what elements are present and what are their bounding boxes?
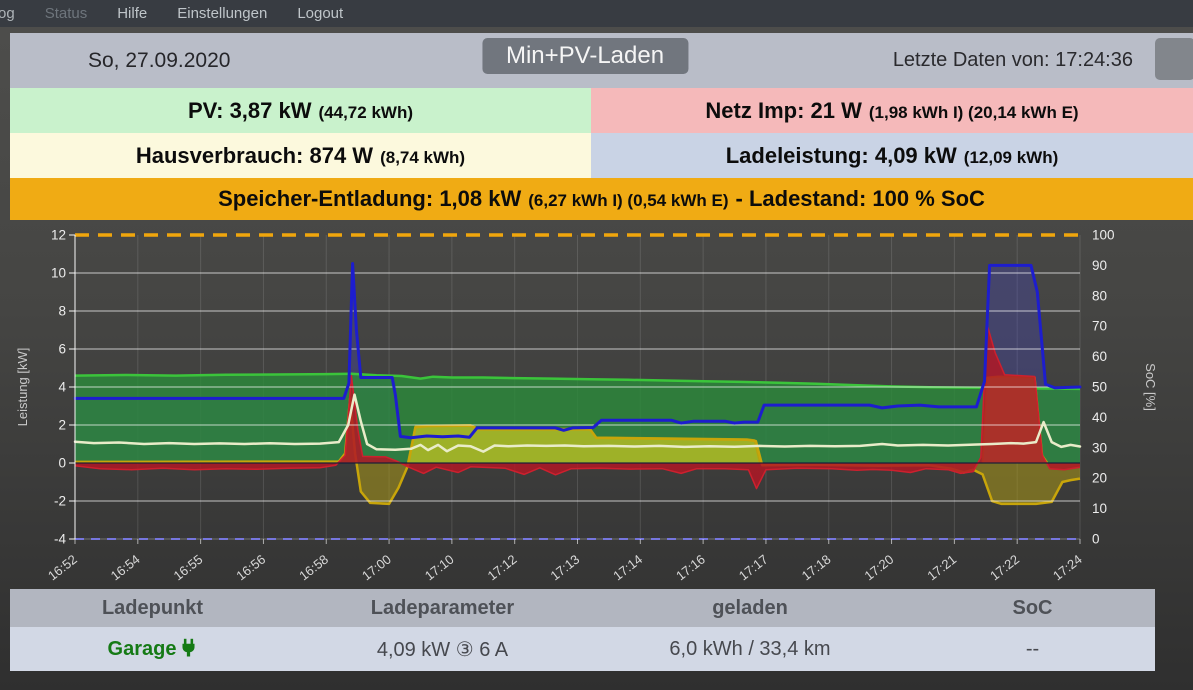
svg-text:100: 100 [1092,228,1115,243]
svg-text:80: 80 [1092,288,1107,303]
col-geladen: geladen [590,589,910,627]
table-header-row: Ladepunkt Ladeparameter geladen SoC [10,589,1155,627]
power-soc-chart: -4 -2 0 2 4 6 8 10 12 0 10 20 30 40 50 60 70 80 90 100 16:52… [15,228,1158,584]
charge-params: 4,09 kW ③ 6 A [295,627,590,671]
last-data-timestamp: Letzte Daten von: 17:24:36 [892,49,1133,71]
svg-text:SoC [%]: SoC [%] [1143,363,1158,411]
pv-value: PV: 3,87 kW [188,98,312,123]
svg-text:-2: -2 [54,494,66,509]
svg-text:2: 2 [58,418,66,433]
svg-text:30: 30 [1092,440,1107,455]
main-content: So, 27.09.2020 Min+PV-Laden Letzte Daten… [10,33,1193,671]
svg-text:17:16: 17:16 [673,552,708,584]
svg-text:4: 4 [58,380,66,395]
svg-text:12: 12 [51,228,66,243]
svg-text:40: 40 [1092,410,1107,425]
col-soc: SoC [910,589,1155,627]
col-ladeparameter: Ladeparameter [295,589,590,627]
charge-value: Ladeleistung: 4,09 kW [725,143,957,168]
svg-text:50: 50 [1092,380,1107,395]
summary-row-1: PV: 3,87 kW (44,72 kWh) Netz Imp: 21 W (… [10,88,1193,133]
charge-energy: (12,09 kWh) [963,148,1059,167]
svg-text:17:21: 17:21 [924,552,959,584]
top-navbar: og Status Hilfe Einstellungen Logout [0,0,1193,27]
svg-text:10: 10 [1092,501,1107,516]
nav-item-status[interactable]: Status [45,5,88,22]
svg-text:17:10: 17:10 [422,552,457,584]
svg-text:0: 0 [58,456,66,471]
svg-text:16:58: 16:58 [296,552,331,584]
nav-item-hilfe[interactable]: Hilfe [117,5,147,22]
house-value: Hausverbrauch: 874 W [135,143,374,168]
chargepoint-name[interactable]: Garage [10,627,295,671]
grid-energy: (1,98 kWh I) (20,14 kWh E) [868,103,1079,122]
chart-area: -4 -2 0 2 4 6 8 10 12 0 10 20 30 40 50 60 70 80 90 100 16:52… [10,220,1193,584]
svg-text:17:22: 17:22 [987,552,1022,584]
battery-value: Speicher-Entladung: 1,08 kW [218,186,522,211]
current-date: So, 27.09.2020 [88,48,231,72]
nav-item-einstellungen[interactable]: Einstellungen [177,5,267,22]
svg-text:6: 6 [58,342,66,357]
date-header-bar: So, 27.09.2020 Min+PV-Laden Letzte Daten… [10,33,1193,88]
svg-text:16:54: 16:54 [108,552,143,584]
svg-text:90: 90 [1092,258,1107,273]
svg-text:17:14: 17:14 [610,552,645,584]
house-tile: Hausverbrauch: 874 W (8,74 kWh) [10,133,591,178]
table-row: Garage 4,09 kW ③ 6 A 6,0 kWh / 33,4 km -… [10,627,1155,671]
charged-amount: 6,0 kWh / 33,4 km [590,627,910,671]
svg-text:60: 60 [1092,349,1107,364]
svg-text:20: 20 [1092,471,1107,486]
grid-tile: Netz Imp: 21 W (1,98 kWh I) (20,14 kWh E… [591,88,1193,133]
nav-item-logout[interactable]: Logout [297,5,343,22]
grid-value: Netz Imp: 21 W [705,98,862,123]
svg-text:16:55: 16:55 [171,552,206,584]
svg-text:17:24: 17:24 [1050,552,1085,584]
edge-cutoff-button[interactable] [1155,38,1193,80]
svg-text:16:52: 16:52 [45,552,80,584]
col-ladepunkt: Ladepunkt [10,589,295,627]
svg-text:17:17: 17:17 [736,552,771,584]
battery-energy: (6,27 kWh I) (0,54 kWh E) [528,191,729,210]
svg-text:0: 0 [1092,532,1100,547]
svg-text:10: 10 [51,266,66,281]
svg-text:17:12: 17:12 [485,552,520,584]
svg-text:17:18: 17:18 [799,552,834,584]
summary-row-3: Speicher-Entladung: 1,08 kW (6,27 kWh I)… [10,178,1193,220]
svg-text:-4: -4 [54,532,66,547]
house-energy: (8,74 kWh) [380,148,466,167]
svg-text:16:56: 16:56 [233,552,268,584]
charge-mode-button[interactable]: Min+PV-Laden [481,38,689,74]
summary-row-2: Hausverbrauch: 874 W (8,74 kWh) Ladeleis… [10,133,1193,178]
svg-text:70: 70 [1092,319,1107,334]
vehicle-soc: -- [910,627,1155,671]
svg-text:17:00: 17:00 [359,552,394,584]
charge-tile: Ladeleistung: 4,09 kW (12,09 kWh) [591,133,1193,178]
pv-energy: (44,72 kWh) [318,103,413,122]
svg-text:Leistung [kW]: Leistung [kW] [15,348,30,427]
battery-soc: - Ladestand: 100 % SoC [735,186,985,211]
battery-tile: Speicher-Entladung: 1,08 kW (6,27 kWh I)… [10,178,1193,220]
svg-text:17:20: 17:20 [862,552,897,584]
svg-text:8: 8 [58,304,66,319]
svg-text:17:13: 17:13 [547,552,582,584]
pv-tile: PV: 3,87 kW (44,72 kWh) [10,88,591,133]
chargepoint-table: Ladepunkt Ladeparameter geladen SoC Gara… [10,589,1155,671]
plug-icon [182,638,195,656]
nav-item-log[interactable]: og [0,5,15,22]
